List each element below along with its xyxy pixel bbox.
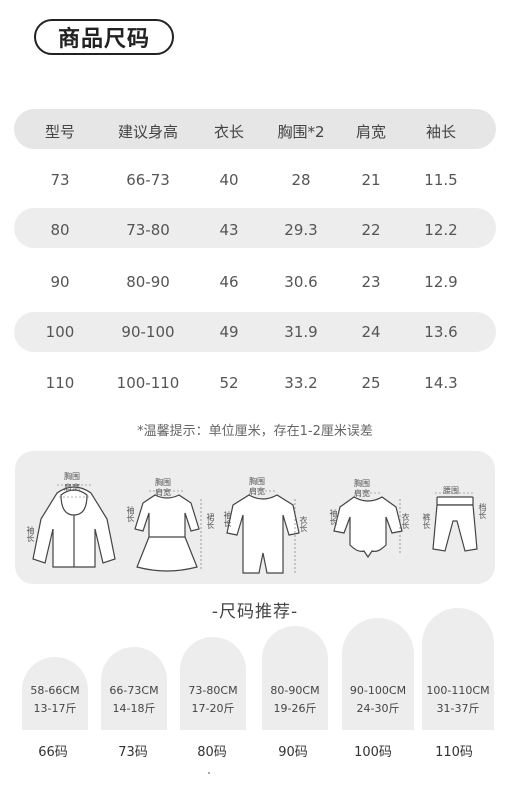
table-cell: 11.5 — [424, 171, 458, 189]
table-header-cell: 胸围*2 — [277, 123, 325, 141]
table-cell: 33.2 — [284, 374, 318, 392]
table-cell: 46 — [219, 273, 239, 291]
dress-icon — [134, 490, 202, 572]
recommend-size-label: 90码 — [278, 745, 308, 760]
recommend-height: 73-80CM — [188, 684, 238, 697]
table-cell: 73 — [50, 171, 70, 189]
table-cell: 30.6 — [284, 273, 318, 291]
dress-sleeve-label: 袖长 — [126, 506, 135, 522]
table-cell: 22 — [361, 221, 381, 239]
table-cell: 100-110 — [116, 374, 180, 392]
bodysuit-length-label: 衣长 — [401, 513, 410, 529]
jacket-shoulder-label: 肩宽 — [64, 483, 80, 492]
pants-waist-label: 腰围 — [443, 486, 459, 495]
table-cell: 31.9 — [284, 323, 318, 341]
table-cell: 23 — [361, 273, 381, 291]
recommend-card: 100-110CM 31-37斤 — [422, 608, 494, 730]
table-cell: 29.3 — [284, 221, 318, 239]
recommend-height: 90-100CM — [349, 684, 407, 697]
table-cell: 24 — [361, 323, 381, 341]
table-cell: 100 — [45, 323, 75, 341]
recommend-card: 80-90CM 19-26斤 — [262, 626, 328, 730]
table-cell: 90 — [50, 273, 70, 291]
table-cell: 12.9 — [424, 273, 458, 291]
recommend-size-label: 73码 — [118, 745, 148, 760]
recommend-size-label: 100码 — [354, 745, 392, 760]
recommend-height: 58-66CM — [30, 684, 80, 697]
recommend-weight: 19-26斤 — [273, 702, 317, 715]
recommend-size-label: 66码 — [38, 745, 68, 760]
jacket-chest-label: 胸围 — [64, 472, 80, 481]
table-cell: 21 — [361, 171, 381, 189]
table-header-cell: 肩宽 — [355, 123, 386, 141]
jacket-icon — [32, 484, 116, 568]
table-cell: 25 — [361, 374, 381, 392]
dress-shoulder-label: 肩宽 — [155, 488, 171, 497]
recommend-card: 90-100CM 24-30斤 — [342, 618, 414, 730]
recommend-card: 66-73CM 14-18斤 — [101, 647, 167, 730]
recommend-weight: 13-17斤 — [33, 702, 77, 715]
recommend-weight: 17-20斤 — [191, 702, 235, 715]
jacket-sleeve-label: 袖长 — [26, 526, 35, 542]
recommend-card: 73-80CM 17-20斤 — [180, 637, 246, 730]
bodysuit-shoulder-label: 肩宽 — [354, 489, 370, 498]
divider-dot — [208, 772, 210, 774]
measurement-note: *温馨提示：单位厘米，存在1-2厘米误差 — [137, 424, 373, 439]
table-header-cell: 袖长 — [425, 123, 456, 141]
table-cell: 49 — [219, 323, 239, 341]
pants-length-label: 裤长 — [422, 513, 431, 529]
romper-icon — [226, 490, 300, 574]
table-cell: 110 — [45, 374, 75, 392]
recommend-height: 66-73CM — [109, 684, 159, 697]
dress-length-label: 裙长 — [206, 513, 215, 529]
romper-sleeve-label: 袖长 — [223, 511, 232, 527]
recommend-height: 100-110CM — [426, 684, 490, 697]
table-header-cell: 型号 — [44, 123, 75, 141]
romper-shoulder-label: 肩宽 — [249, 487, 265, 496]
recommend-height: 80-90CM — [270, 684, 320, 697]
table-cell: 13.6 — [424, 323, 458, 341]
pants-hip-label: 档长 — [478, 503, 487, 519]
table-cell: 90-100 — [121, 323, 175, 341]
table-cell: 73-80 — [126, 221, 170, 239]
page-title: 商品尺码 — [34, 19, 174, 55]
table-cell: 14.3 — [424, 374, 458, 392]
table-header-cell: 衣长 — [213, 123, 244, 141]
recommend-weight: 24-30斤 — [356, 702, 400, 715]
pants-icon — [432, 492, 478, 552]
romper-length-label: 衣长 — [299, 516, 308, 532]
table-cell: 80-90 — [126, 273, 170, 291]
table-header-cell: 建议身高 — [117, 123, 178, 141]
recommend-card: 58-66CM 13-17斤 — [22, 657, 88, 730]
recommend-weight: 31-37斤 — [436, 702, 480, 715]
table-cell: 12.2 — [424, 221, 458, 239]
bodysuit-sleeve-label: 袖长 — [329, 509, 338, 525]
measurement-figures: 胸围 肩宽 袖长 胸围 肩宽 袖长 裙长 胸围 肩宽 袖长 衣长 胸围 肩宽 袖… — [15, 451, 495, 584]
recommend-size-label: 110码 — [435, 745, 473, 760]
table-cell: 43 — [219, 221, 239, 239]
recommend-weight: 14-18斤 — [112, 702, 156, 715]
bodysuit-icon — [333, 492, 403, 559]
table-cell: 40 — [219, 171, 239, 189]
table-cell: 28 — [291, 171, 311, 189]
table-cell: 52 — [219, 374, 239, 392]
table-cell: 80 — [50, 221, 70, 239]
recommend-size-label: 80码 — [197, 745, 227, 760]
table-cell: 66-73 — [126, 171, 170, 189]
